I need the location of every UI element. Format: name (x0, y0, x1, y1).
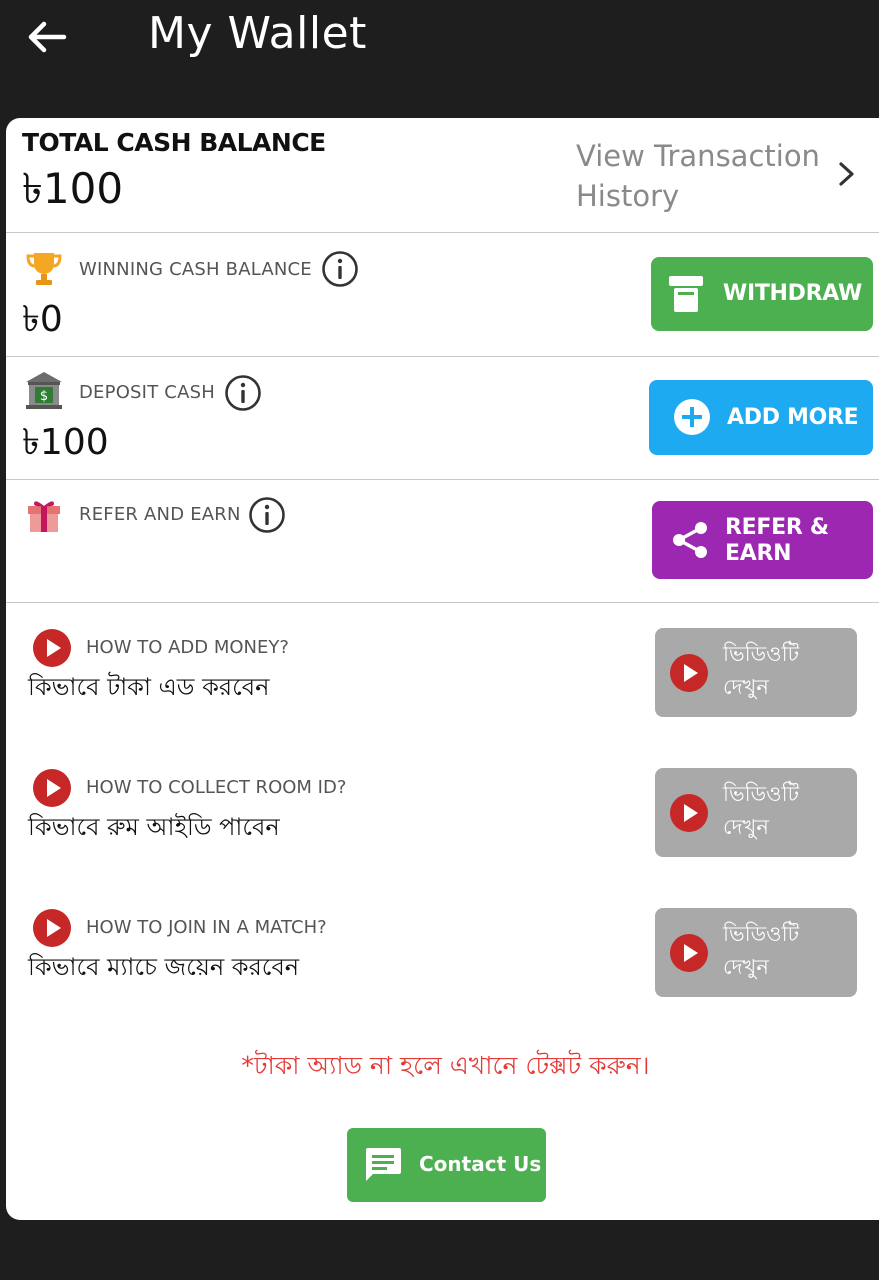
play-icon[interactable] (32, 768, 72, 808)
info-icon[interactable] (321, 250, 359, 288)
watch-video-label: ভিডিওটি দেখুন (723, 922, 800, 979)
deposit-cash-label: DEPOSIT CASH (79, 382, 215, 403)
chevron-right-icon[interactable] (836, 160, 858, 188)
info-icon[interactable] (224, 374, 262, 412)
app-bar: My Wallet (0, 0, 879, 110)
contact-us-label: Contact Us (419, 1152, 542, 1176)
play-icon (670, 934, 708, 972)
share-icon (673, 522, 707, 558)
help-item-subtitle: কিভাবে রুম আইডি পাবেন (28, 813, 280, 841)
winning-cash-amount: ৳0 (22, 299, 63, 340)
contact-us-button[interactable]: Contact Us (347, 1128, 546, 1202)
chat-icon (366, 1148, 401, 1181)
info-icon[interactable] (248, 496, 286, 534)
watch-video-button[interactable]: ভিডিওটি দেখুন (655, 768, 857, 857)
winning-cash-section: WINNING CASH BALANCE ৳0 WITHDRAW (6, 234, 879, 357)
bank-icon: $ (26, 372, 62, 409)
refer-earn-button[interactable]: REFER & EARN (652, 501, 873, 579)
add-more-button-label: ADD MORE (727, 405, 859, 430)
play-icon (670, 794, 708, 832)
plus-circle-icon (674, 399, 710, 435)
help-item-subtitle: কিভাবে টাকা এড করবেন (28, 673, 270, 701)
refer-earn-label: REFER AND EARN (79, 504, 241, 525)
total-balance-amount: ৳100 (22, 164, 124, 213)
watch-video-button[interactable]: ভিডিওটি দেখুন (655, 908, 857, 997)
deposit-cash-section: $ DEPOSIT CASH ৳100 ADD MORE (6, 358, 879, 480)
refer-earn-button-line2: EARN (725, 541, 792, 566)
total-balance-section: TOTAL CASH BALANCE ৳100 View Transaction… (6, 118, 879, 233)
help-item-subtitle: কিভাবে ম্যাচে জয়েন করবেন (28, 953, 300, 981)
help-item-title: HOW TO ADD MONEY? (86, 637, 289, 658)
gift-icon (28, 501, 60, 532)
watch-video-button[interactable]: ভিডিওটি দেখুন (655, 628, 857, 717)
arrow-left-icon[interactable] (24, 14, 70, 60)
withdraw-button-label: WITHDRAW (723, 281, 862, 306)
help-item-title: HOW TO COLLECT ROOM ID? (86, 777, 347, 798)
deposit-cash-amount: ৳100 (22, 422, 109, 463)
add-more-button[interactable]: ADD MORE (649, 380, 873, 455)
play-icon (670, 654, 708, 692)
help-item-title: HOW TO JOIN IN A MATCH? (86, 917, 327, 938)
trophy-icon (26, 253, 62, 285)
support-notice: *টাকা অ্যাড না হলে এখানে টেক্সট করুন। (241, 1051, 650, 1080)
winning-cash-label: WINNING CASH BALANCE (79, 259, 312, 280)
total-balance-label: TOTAL CASH BALANCE (22, 128, 326, 157)
atm-icon (669, 276, 703, 312)
view-transaction-history-link[interactable]: View Transaction History (576, 136, 836, 216)
wallet-card: TOTAL CASH BALANCE ৳100 View Transaction… (6, 118, 879, 1220)
play-icon[interactable] (32, 628, 72, 668)
withdraw-button[interactable]: WITHDRAW (651, 257, 873, 331)
play-icon[interactable] (32, 908, 72, 948)
page-title: My Wallet (148, 8, 367, 59)
refer-earn-section: REFER AND EARN REFER & EARN (6, 481, 879, 603)
refer-earn-button-line1: REFER & (725, 515, 829, 540)
svg-text:$: $ (40, 389, 48, 404)
watch-video-label: ভিডিওটি দেখুন (723, 642, 800, 699)
watch-video-label: ভিডিওটি দেখুন (723, 782, 800, 839)
